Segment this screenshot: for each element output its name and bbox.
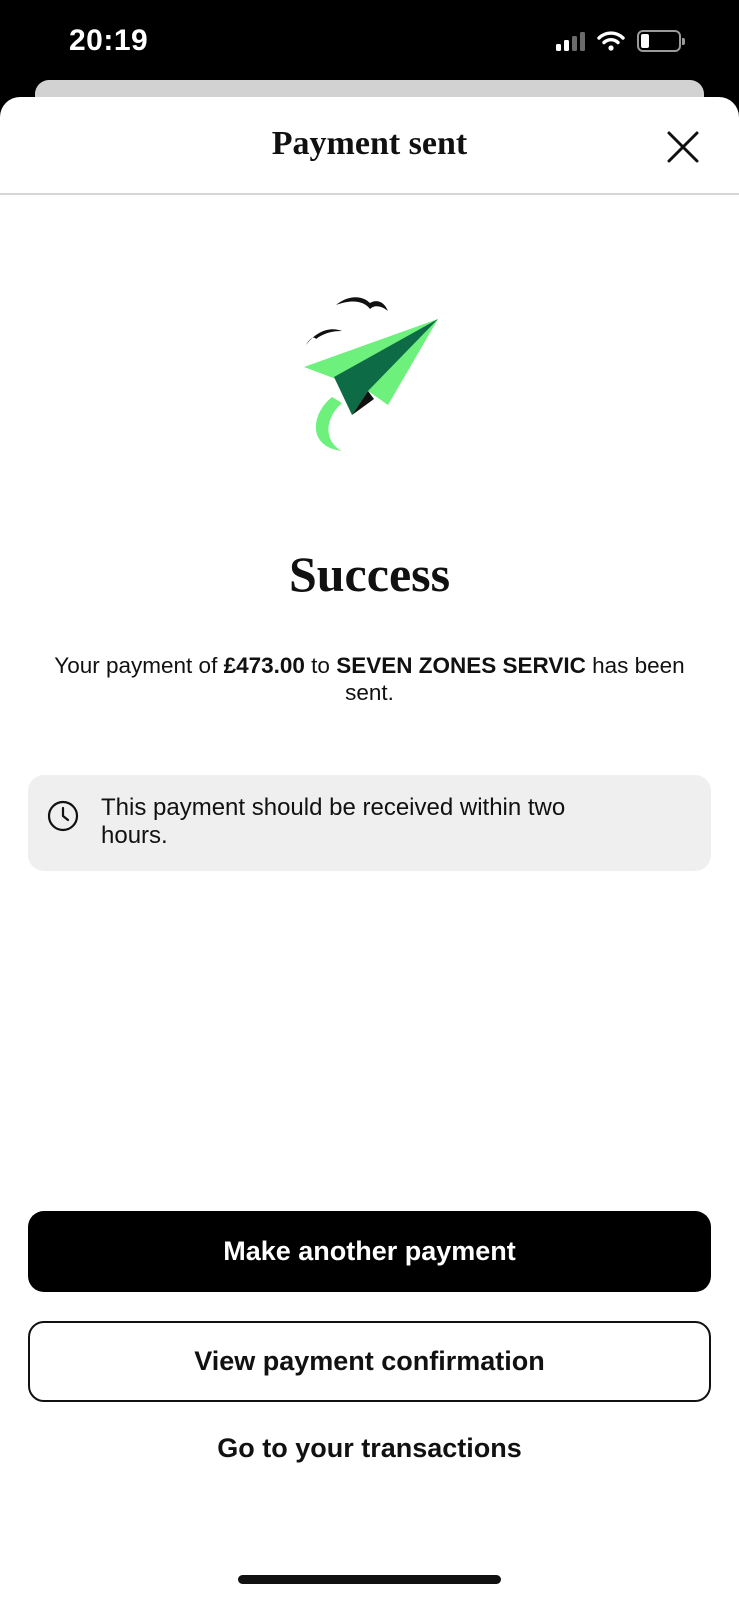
message-middle: to [304,653,337,678]
go-to-transactions-link[interactable]: Go to your transactions [0,1423,739,1473]
clock-icon [47,800,79,832]
view-payment-confirmation-button[interactable]: View payment confirmation [28,1321,711,1402]
success-title: Success [288,546,451,602]
wifi-icon [597,31,625,51]
bird-icon [336,297,388,311]
close-icon[interactable] [663,127,703,167]
home-indicator [238,1575,501,1584]
info-text: This payment should be received within t… [101,794,566,849]
sheet-header: Payment sent [0,97,739,195]
status-icons [556,30,685,52]
payee-name: SEVEN ZONES SERVIC [336,653,586,678]
make-another-payment-button[interactable]: Make another payment [28,1211,711,1292]
battery-icon [637,30,685,52]
cellular-signal-icon [556,31,585,51]
bird-icon [306,329,342,345]
message-prefix: Your payment of [54,653,224,678]
payment-sent-sheet: Payment sent Success Your payment of £47… [0,97,739,1600]
status-bar: 20:19 [0,0,739,90]
status-time: 20:19 [69,24,149,57]
paper-plane-icon [304,297,438,451]
page-title: Payment sent [271,125,468,162]
payment-amount: £473.00 [223,653,305,678]
payment-message: Your payment of £473.00 to SEVEN ZONES S… [40,652,699,706]
info-box: This payment should be received within t… [28,775,711,871]
